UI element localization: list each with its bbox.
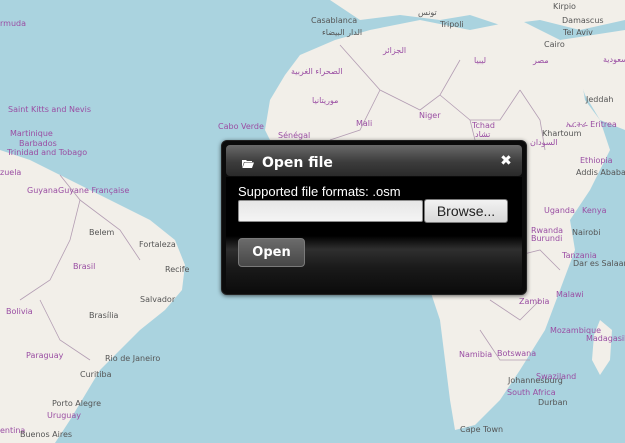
map-label-barbados: Barbados [19,139,57,148]
map-label-tchad: Tchad [472,121,495,130]
map-label-tripoli: Tripoli [440,20,464,29]
map-label-martinique: Martinique [10,129,53,138]
map-label-paraguay: Paraguay [26,351,64,360]
map-label-uganda: Uganda [544,206,575,215]
map-label-kenya: Kenya [582,206,607,215]
map-label-botswana: Botswana [497,349,537,358]
map-label-tunis: تونس [418,8,437,17]
file-path-input[interactable] [238,200,423,222]
dialog-title: Open file [262,155,333,171]
map-label-algeria: الجزائر [383,46,407,55]
map-label-casablanca-ar: الدار البيضاء [322,28,363,37]
map-label-nairobi: Nairobi [572,228,601,237]
map-label-jeddah: Jeddah [586,95,614,104]
map-label-libya: ليبيا [474,56,487,65]
map-label-ethiopia: Ethiopia [580,156,613,165]
map-label-zambia: Zambia [519,297,550,306]
map-label-tel-aviv: Tel Aviv [563,28,593,37]
map-label-cabo-verde: Cabo Verde [218,122,264,131]
open-file-dialog: Open file ✖ Supported file formats: .osm… [221,140,527,295]
map-label-saudi: السعودية [603,55,625,64]
map-label-mali: Mali [356,119,373,128]
map-label-brasilia: Brasília [89,311,119,320]
close-icon[interactable]: ✖ [499,154,513,168]
map-label-buenos: Buenos Aires [20,430,73,439]
map-label-madagasikara: Madagasikara [586,334,625,343]
map-label-cairo: Cairo [544,40,565,49]
dialog-titlebar[interactable]: Open file ✖ [226,145,522,176]
map-label-venezuela: zuela [0,168,22,177]
map-label-south-africa: South Africa [507,388,556,397]
map-label-rio: Rio de Janeiro [105,354,161,363]
map-label-casablanca: Casablanca [311,16,358,25]
map-label-guyane: Guyane Française [58,186,130,195]
map-label-bolivia: Bolivia [6,307,33,316]
map-label-misr: مصر [533,56,549,65]
map-label-addis: Addis Ababa [576,168,625,177]
map-label-tchad-ar: تشاد [475,130,491,139]
map-label-damascus: Damascus [562,16,604,25]
map-label-khartoum: Khartoum [542,129,582,138]
map-label-dar: Dar es Salaam [573,259,625,268]
map-label-guyana: Guyana [27,186,58,195]
map-label-porto-alegre: Porto Alegre [52,399,102,408]
map-label-namibia: Namibia [459,350,493,359]
map-label-curitiba: Curitiba [80,370,112,379]
map-label-uruguay: Uruguay [47,411,81,420]
map-label-mauritania: موريتانيا [312,96,339,105]
map-label-bermuda: rmuda [0,19,26,28]
map-label-eritrea: ኤርትራ Eritrea [566,120,617,129]
map-label-sahara: الصحراء الغربية [291,67,343,76]
map-label-burundi: Burundi [531,234,563,243]
browse-button[interactable]: Browse... [424,199,508,223]
map-label-salvador: Salvador [140,295,176,304]
map-label-recife: Recife [165,265,190,274]
map-label-durban: Durban [538,398,568,407]
map-label-kinshasa-top: Kirpio [553,2,576,11]
map-label-malawi: Malawi [556,290,584,299]
map-label-cape-town: Cape Town [460,425,504,434]
map-label-trinidad: Trinidad and Tobago [7,148,88,157]
supported-formats-label: Supported file formats: .osm [238,184,401,199]
map-label-brasil: Brasil [73,262,96,271]
map-label-belem: Belem [89,228,115,237]
map-label-niger: Niger [419,111,441,120]
open-button[interactable]: Open [238,238,305,267]
map-label-saint-kitts: Saint Kitts and Nevis [8,105,92,114]
map-label-sudan: السودان [530,138,558,147]
map-label-senegal: Sénégal [278,131,311,140]
map-label-swaziland: Swaziland [536,372,577,381]
folder-open-icon [242,160,254,168]
map-label-fortaleza: Fortaleza [139,240,176,249]
